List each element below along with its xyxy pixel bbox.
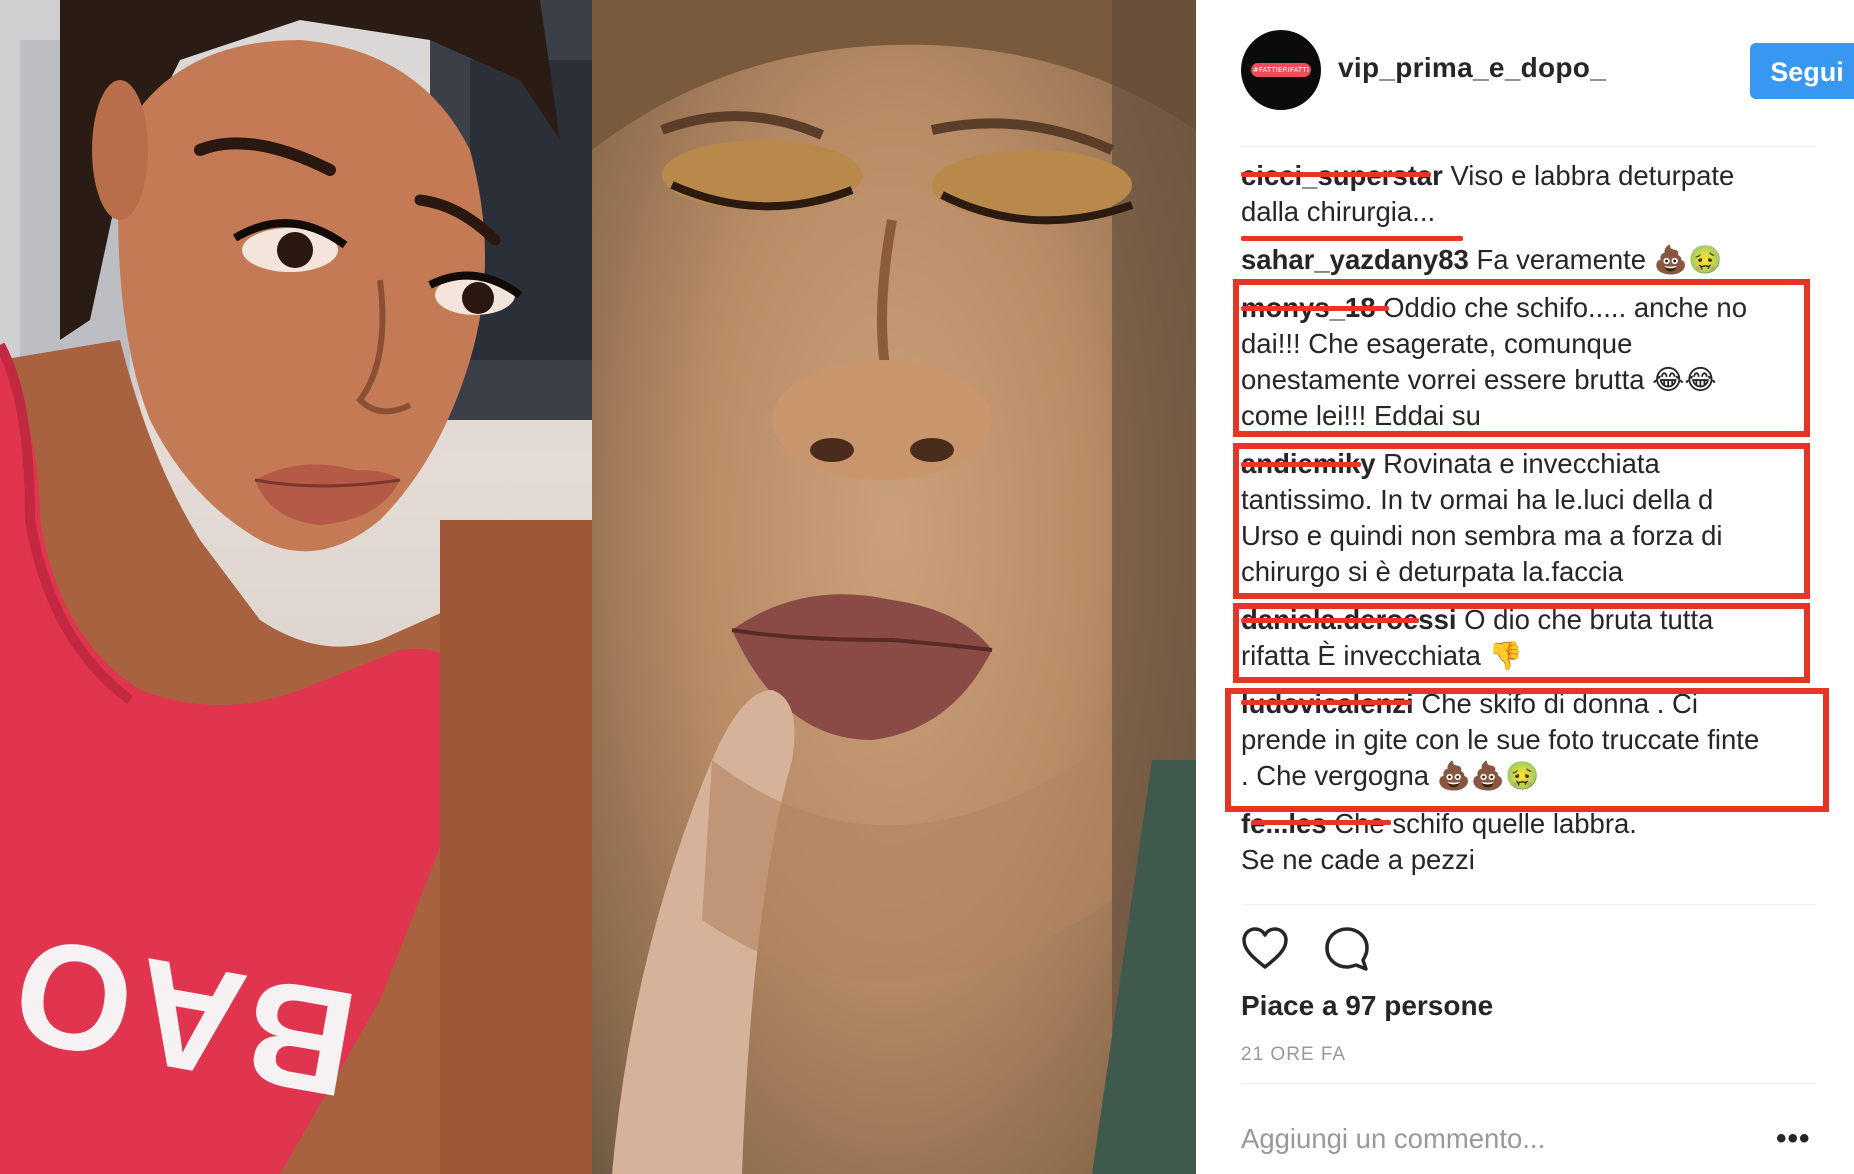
comment-item: fe...les Che schifo quelle labbra. Se ne… xyxy=(1241,806,1826,878)
highlight-box xyxy=(1233,603,1810,683)
highlight-box xyxy=(1233,443,1810,599)
heart-icon[interactable] xyxy=(1241,925,1289,973)
comment-icon[interactable] xyxy=(1323,925,1371,973)
divider-comment xyxy=(1241,1083,1816,1084)
add-comment-input[interactable]: Aggiungi un commento... xyxy=(1241,1123,1545,1155)
post-username[interactable]: vip_prima_e_dopo_ xyxy=(1338,52,1606,84)
follow-button[interactable]: Segui xyxy=(1750,43,1854,99)
avatar[interactable]: #FATTIERIFATTI xyxy=(1241,30,1321,110)
photo-left-panel: BAO xyxy=(0,0,592,1174)
comment-text: Viso e labbra deturpate xyxy=(1450,160,1735,191)
highlight-box xyxy=(1233,279,1810,437)
redaction-mark xyxy=(1241,172,1431,177)
redaction-mark xyxy=(1241,236,1463,241)
post-timestamp[interactable]: 21 ORE FA xyxy=(1241,1044,1346,1066)
post-header: #FATTIERIFATTI vip_prima_e_dopo_ Segui xyxy=(1241,30,1854,110)
action-bar xyxy=(1241,925,1541,975)
comment-item: cicci_superstar Viso e labbra deturpate … xyxy=(1241,158,1826,230)
highlight-box xyxy=(1225,688,1829,812)
redaction-mark xyxy=(1251,820,1391,825)
photo-right-panel xyxy=(592,0,1196,1174)
divider-actions xyxy=(1241,904,1816,905)
comment-item: sahar_yazdany83 Fa veramente 💩🤢 xyxy=(1241,236,1826,278)
right-portrait xyxy=(592,0,1196,1174)
comment-text: Se ne cade a pezzi xyxy=(1241,844,1475,875)
divider-top xyxy=(1241,146,1816,147)
comment-username[interactable]: sahar_yazdany83 xyxy=(1241,244,1469,275)
post-side-panel: #FATTIERIFATTI vip_prima_e_dopo_ Segui c… xyxy=(1196,0,1854,1174)
likes-count[interactable]: Piace a 97 persone xyxy=(1241,990,1493,1022)
comment-text: dalla chirurgia... xyxy=(1241,196,1436,227)
avatar-badge: #FATTIERIFATTI xyxy=(1251,63,1311,77)
comment-text: Fa veramente 💩🤢 xyxy=(1476,244,1723,275)
more-icon[interactable]: ••• xyxy=(1776,1122,1811,1156)
post-photo[interactable]: BAO xyxy=(0,0,1196,1174)
